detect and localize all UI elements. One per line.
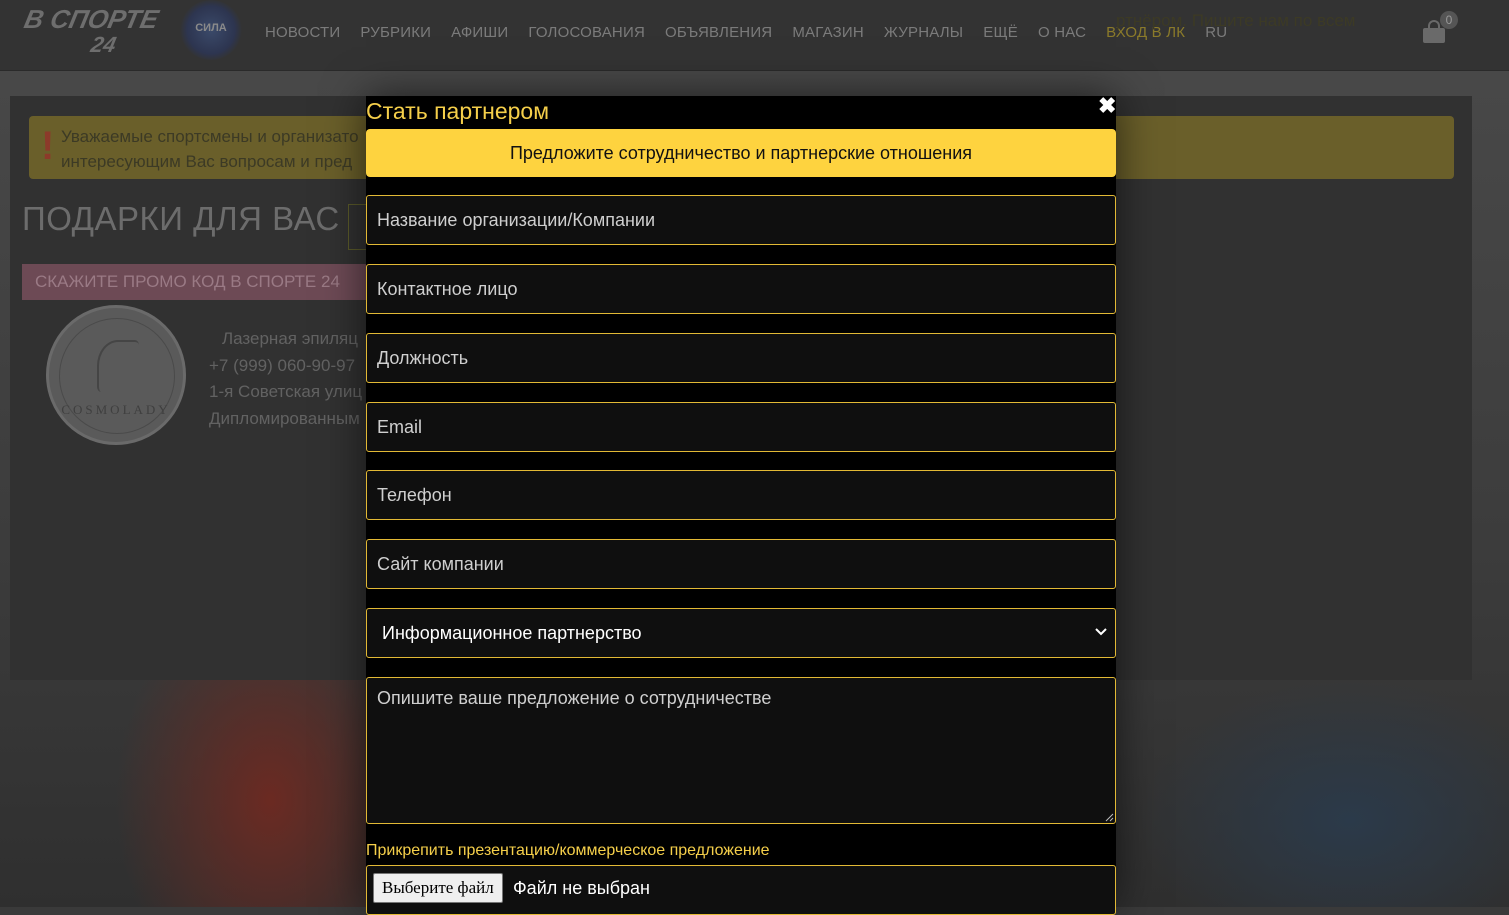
nav-item-about[interactable]: О НАС (1038, 24, 1086, 41)
main-nav: НОВОСТИ РУБРИКИ АФИШИ ГОЛОСОВАНИЯ ОБЪЯВЛ… (265, 24, 1247, 41)
exclamation-icon: ! (41, 124, 55, 168)
nav-item-news[interactable]: НОВОСТИ (265, 24, 340, 41)
info-line-phone[interactable]: +7 (999) 060-90-97 (209, 353, 362, 380)
seal-text: COSMOLADY (61, 402, 171, 417)
gifts-search-box[interactable] (348, 204, 367, 250)
logo-line2: 24 (88, 32, 119, 57)
website-input[interactable] (366, 539, 1116, 589)
contact-person-input[interactable] (366, 264, 1116, 314)
info-line-service: Лазерная эпиляц (222, 329, 358, 348)
company-name-input[interactable] (366, 195, 1116, 245)
choose-file-button[interactable]: Выберите файл (373, 873, 503, 903)
info-line-desc: Дипломированным (209, 408, 360, 428)
phone-input[interactable] (366, 470, 1116, 520)
select-value: Информационное партнерство (382, 623, 642, 643)
site-logo[interactable]: В СПОРТЕ 24 (16, 4, 172, 58)
logo-line1: В СПОРТЕ (21, 4, 162, 34)
modal-banner: Предложите сотрудничество и партнерские … (366, 129, 1116, 177)
alert-text-right: ртнёром. Пишите нам по всем (1116, 11, 1356, 30)
gifts-title: ПОДАРКИ ДЛЯ ВАС (22, 200, 340, 237)
cosmolady-logo[interactable]: COSMOLADY (46, 305, 186, 445)
position-input[interactable] (366, 333, 1116, 383)
nav-item-posters[interactable]: АФИШИ (451, 24, 508, 41)
file-status: Файл не выбран (513, 878, 650, 898)
nav-item-shop[interactable]: МАГАЗИН (792, 24, 864, 41)
info-line-address: 1-я Советская улиц (209, 382, 363, 401)
attach-label: Прикрепить презентацию/коммерческое пред… (366, 842, 770, 859)
partner-logo[interactable]: СИЛА (180, 0, 242, 60)
cart-count-badge: 0 (1440, 11, 1458, 29)
proposal-textarea[interactable] (366, 677, 1116, 824)
modal-title: Стать партнером (366, 98, 550, 124)
seal-figure (97, 340, 139, 392)
email-input[interactable] (366, 402, 1116, 452)
nav-item-ads[interactable]: ОБЪЯВЛЕНИЯ (665, 24, 772, 41)
nav-item-magazines[interactable]: ЖУРНАЛЫ (884, 24, 963, 41)
promo-banner[interactable]: СКАЖИТЕ ПРОМО КОД В СПОРТЕ 24 (22, 264, 367, 300)
close-icon[interactable]: ✖ (1098, 95, 1116, 117)
partnership-type-select[interactable]: Информационное партнерство (366, 608, 1116, 658)
file-upload-field: Выберите файл Файл не выбран (366, 865, 1116, 915)
nav-item-rubrics[interactable]: РУБРИКИ (360, 24, 431, 41)
partner-info: Лазерная эпиляц +7 (999) 060-90-97 1-я С… (209, 326, 362, 432)
chevron-down-icon (1095, 628, 1107, 636)
resize-grip-icon[interactable] (1105, 813, 1114, 822)
nav-item-votes[interactable]: ГОЛОСОВАНИЯ (528, 24, 645, 41)
nav-item-more[interactable]: ЕЩЁ (983, 24, 1018, 41)
cart-body (1423, 28, 1445, 43)
